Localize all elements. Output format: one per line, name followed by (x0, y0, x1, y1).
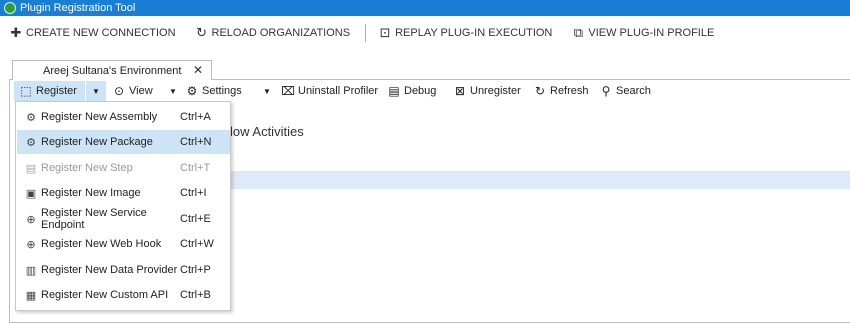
create-new-connection-button[interactable]: ✚ CREATE NEW CONNECTION (9, 25, 176, 41)
debug-button[interactable]: ▤ Debug (387, 81, 453, 101)
uninstall-profiler-button[interactable]: ⌧ Uninstall Profiler (281, 81, 387, 101)
view-label: View (129, 85, 153, 97)
caret-down-icon: ▼ (92, 86, 100, 96)
menu-item-register-new-custom-api[interactable]: ▦ Register New Custom API Ctrl+B (17, 283, 230, 307)
create-new-connection-label: CREATE NEW CONNECTION (26, 27, 176, 39)
web-hook-icon: ⊕ (26, 238, 36, 251)
search-icon: ⚲ (601, 84, 611, 98)
gear-icon: ⚙ (186, 84, 198, 98)
tab-environment[interactable]: Areej Sultana's Environment ✕ (12, 60, 212, 80)
menu-item-shortcut: Ctrl+W (180, 238, 214, 250)
reload-icon: ↻ (196, 25, 207, 40)
assembly-icon: ⚙ (26, 111, 36, 124)
menu-item-shortcut: Ctrl+A (180, 111, 211, 123)
uninstall-profiler-icon: ⌧ (281, 84, 295, 98)
replay-plugin-execution-label: REPLAY PLUG-IN EXECUTION (395, 27, 553, 39)
menu-item-register-new-service-endpoint[interactable]: ⊕ Register New Service Endpoint Ctrl+E (17, 207, 230, 231)
reload-organizations-label: RELOAD ORGANIZATIONS (211, 27, 351, 39)
menu-item-label: Register New Web Hook (41, 238, 162, 250)
menu-item-shortcut: Ctrl+I (180, 187, 207, 199)
image-icon: ▣ (25, 187, 37, 200)
menu-item-label: Register New Package (41, 136, 153, 148)
menu-item-label: Register New Image (41, 187, 141, 199)
menu-item-shortcut: Ctrl+N (180, 136, 212, 148)
register-button[interactable]: ⬚ Register (14, 81, 85, 101)
service-endpoint-icon: ⊕ (26, 213, 36, 226)
caret-down-icon: ▼ (263, 86, 271, 96)
debug-label: Debug (404, 85, 437, 97)
profile-icon: ⧉ (573, 25, 584, 40)
data-provider-icon: ▥ (25, 264, 37, 277)
replay-icon: ⊡ (379, 25, 391, 40)
settings-button[interactable]: ⚙ Settings (185, 81, 263, 101)
menu-item-label: Register New Data Provider (41, 264, 178, 276)
menu-item-register-new-step: ▤ Register New Step Ctrl+T (17, 156, 230, 180)
plugin-registration-app-icon (4, 2, 16, 14)
uninstall-profiler-label: Uninstall Profiler (298, 85, 379, 97)
menu-item-shortcut: Ctrl+B (180, 289, 211, 301)
debug-icon: ▤ (388, 84, 400, 98)
menu-item-register-new-package[interactable]: ⚙ Register New Package Ctrl+N (17, 130, 230, 154)
tab-environment-label: Areej Sultana's Environment (43, 64, 182, 77)
menu-item-register-new-image[interactable]: ▣ Register New Image Ctrl+I (17, 181, 230, 205)
menu-item-shortcut: Ctrl+E (180, 213, 211, 225)
plus-icon: ✚ (10, 25, 22, 40)
settings-dropdown-button[interactable]: ▼ (263, 81, 281, 101)
view-icon: ⊙ (113, 84, 125, 98)
menu-item-register-new-assembly[interactable]: ⚙ Register New Assembly Ctrl+A (17, 105, 230, 129)
close-icon[interactable]: ✕ (193, 63, 203, 77)
refresh-button[interactable]: ↻ Refresh (533, 81, 599, 101)
search-button[interactable]: ⚲ Search (599, 81, 659, 101)
menu-item-register-new-data-provider[interactable]: ▥ Register New Data Provider Ctrl+P (17, 258, 230, 282)
refresh-label: Refresh (550, 85, 589, 97)
menu-item-shortcut: Ctrl+P (180, 264, 211, 276)
register-dropdown-menu: ⚙ Register New Assembly Ctrl+A ⚙ Registe… (15, 101, 231, 311)
view-plugin-profile-button[interactable]: ⧉ VIEW PLUG-IN PROFILE (571, 25, 715, 41)
menu-item-label: Register New Step (41, 162, 133, 174)
refresh-icon: ↻ (534, 84, 546, 98)
step-icon: ▤ (25, 162, 37, 175)
menu-item-label: Register New Assembly (41, 111, 158, 123)
menu-item-label: Register New Service Endpoint (41, 207, 147, 231)
menu-item-label: Register New Custom API (41, 289, 169, 301)
custom-api-icon: ▦ (25, 289, 37, 302)
view-dropdown-button[interactable]: ▼ (169, 81, 185, 101)
unregister-label: Unregister (470, 85, 521, 97)
reload-organizations-button[interactable]: ↻ RELOAD ORGANIZATIONS (195, 25, 351, 41)
register-dropdown-button[interactable]: ▼ (86, 81, 106, 101)
selected-tree-row[interactable] (230, 171, 850, 189)
unregister-button[interactable]: ⊠ Unregister (453, 81, 533, 101)
view-button[interactable]: ⊙ View (112, 81, 169, 101)
register-label: Register (36, 85, 77, 97)
replay-plugin-execution-button[interactable]: ⊡ REPLAY PLUG-IN EXECUTION (378, 25, 553, 41)
title-bar: Plugin Registration Tool (0, 0, 850, 16)
view-plugin-profile-label: VIEW PLUG-IN PROFILE (588, 27, 715, 39)
menu-item-shortcut: Ctrl+T (180, 162, 211, 174)
workflow-activities-label: low Activities (230, 124, 304, 139)
register-icon: ⬚ (20, 84, 32, 98)
settings-label: Settings (202, 85, 242, 97)
caret-down-icon: ▼ (169, 86, 177, 96)
environment-toolbar: ⬚ Register ▼ ⊙ View ▼ ⚙ Settings ▼ ⌧ Uni… (14, 81, 850, 101)
menu-item-register-new-web-hook[interactable]: ⊕ Register New Web Hook Ctrl+W (17, 232, 230, 256)
window-title: Plugin Registration Tool (20, 2, 136, 14)
toolbar-separator (365, 24, 367, 42)
main-toolbar: ✚ CREATE NEW CONNECTION ↻ RELOAD ORGANIZ… (0, 17, 850, 49)
unregister-icon: ⊠ (454, 84, 466, 98)
search-label: Search (616, 85, 651, 97)
package-icon: ⚙ (26, 136, 36, 149)
